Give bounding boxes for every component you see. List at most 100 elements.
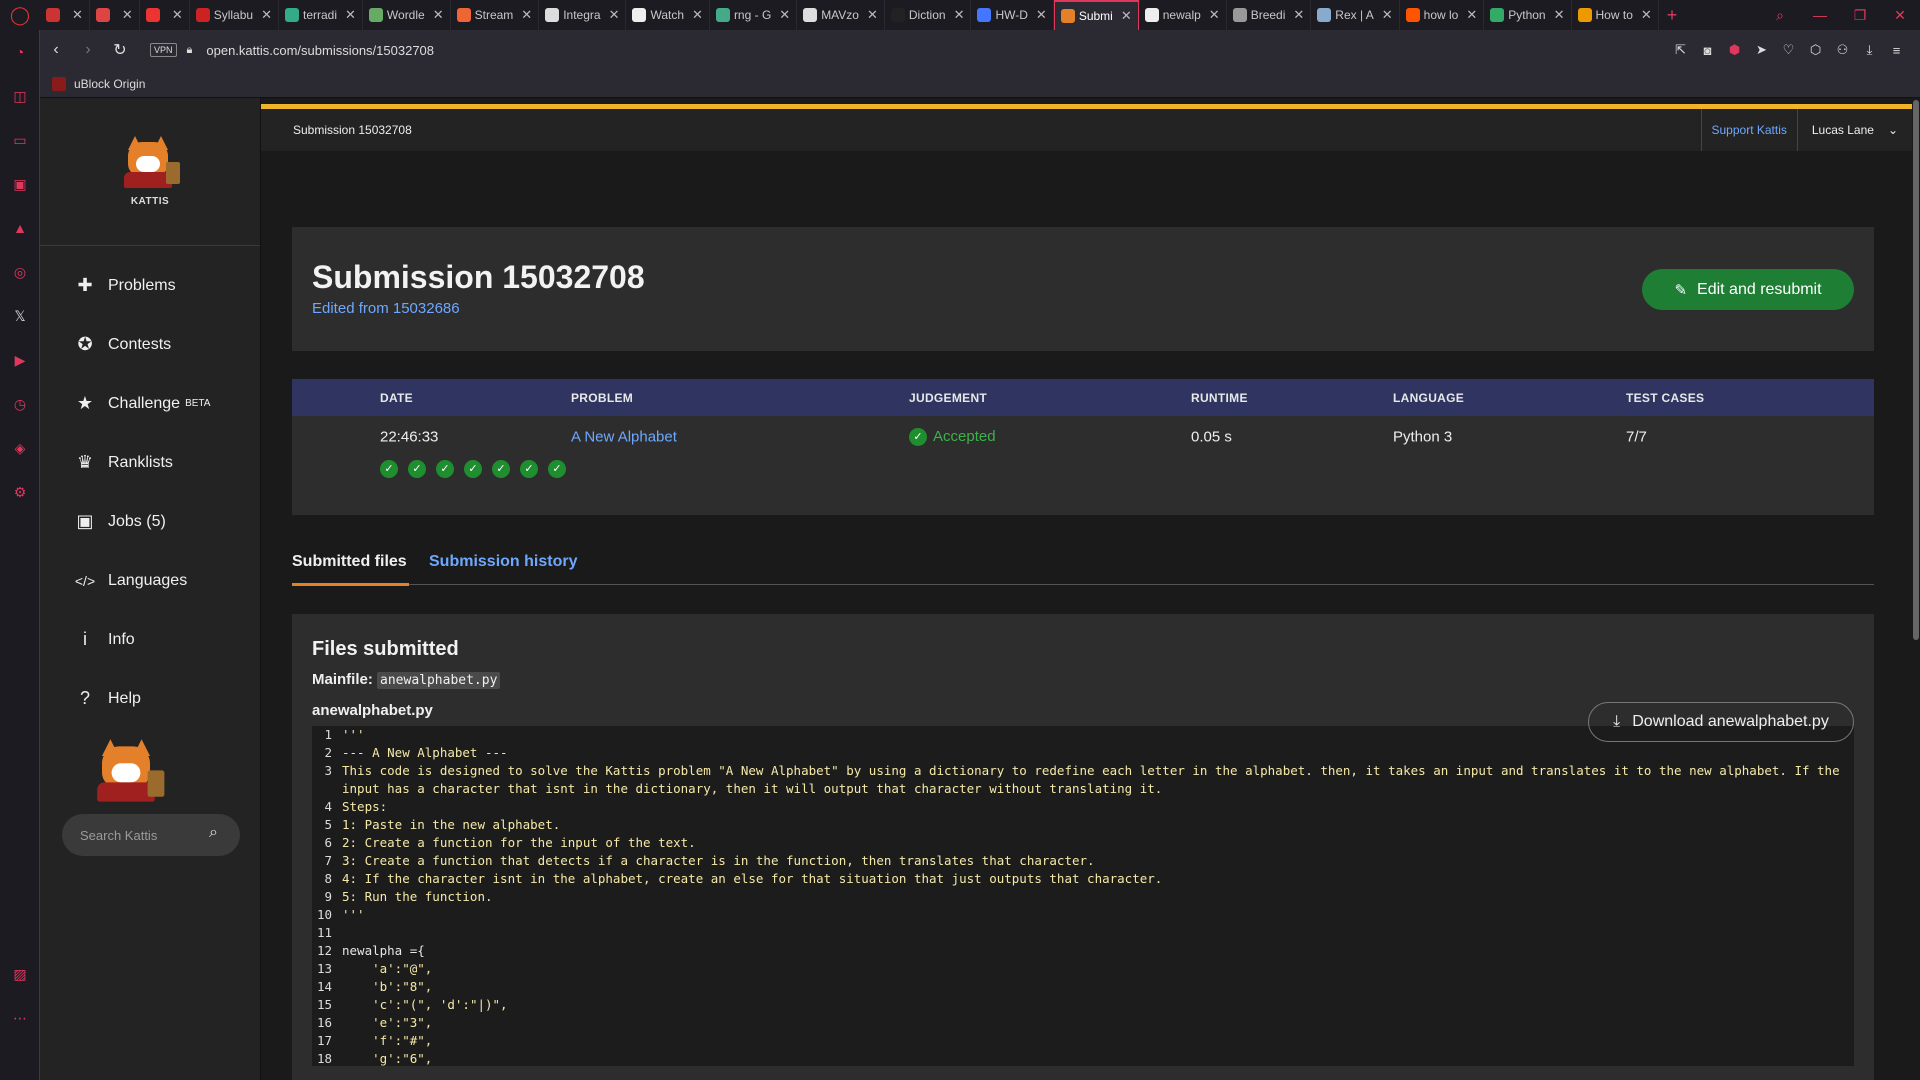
scrollbar-thumb[interactable] [1913, 100, 1919, 640]
search-icon[interactable]: ⌕ [209, 824, 218, 842]
reload-icon[interactable]: ↻ [104, 40, 136, 60]
tab-close-icon[interactable]: ✕ [779, 7, 790, 23]
test-passed-icon[interactable]: ✓ [492, 460, 510, 478]
url-field[interactable]: open.kattis.com/submissions/15032708 [206, 43, 434, 58]
sidebar-item-languages[interactable]: </> Languages [40, 551, 260, 610]
code-viewer[interactable]: 1 ''' 2 --- A New Alphabet --- 3 This code is… [312, 726, 1854, 1066]
cell-problem-link[interactable]: A New Alphabet [571, 429, 677, 446]
browser-tab[interactable]: Breedi ✕ [1227, 0, 1312, 30]
minimize-icon[interactable]: — [1800, 7, 1840, 23]
tab-close-icon[interactable]: ✕ [433, 7, 444, 23]
extensions-icon[interactable]: ◫ [0, 74, 40, 118]
speed-dial-icon[interactable]: ◔ [0, 30, 40, 74]
search-tabs-icon[interactable]: ⌕ [1760, 7, 1800, 24]
new-tab-icon[interactable]: + [1667, 5, 1678, 26]
heart-icon[interactable]: ♡ [1775, 42, 1802, 58]
kattis-search-input[interactable]: Search Kattis ⌕ [62, 814, 240, 856]
sidebar-item-jobs[interactable]: ▣ Jobs (5) [40, 492, 260, 551]
box-icon[interactable]: ⬡ [1802, 42, 1829, 58]
x-icon[interactable]: 𝕏 [0, 294, 40, 338]
test-passed-icon[interactable]: ✓ [408, 460, 426, 478]
tab-submitted-files[interactable]: Submitted files [292, 553, 407, 571]
test-passed-icon[interactable]: ✓ [548, 460, 566, 478]
browser-tab[interactable]: MAVzo ✕ [797, 0, 885, 30]
test-passed-icon[interactable]: ✓ [464, 460, 482, 478]
tab-close-icon[interactable]: ✕ [1293, 7, 1304, 23]
opera-logo-icon[interactable]: ◯ [0, 0, 40, 30]
browser-tab[interactable]: ✕ [40, 0, 90, 30]
edit-resubmit-button[interactable]: ✎ Edit and resubmit [1642, 269, 1854, 310]
back-icon[interactable]: ‹ [40, 41, 72, 59]
test-passed-icon[interactable]: ✓ [520, 460, 538, 478]
tab-close-icon[interactable]: ✕ [1554, 7, 1565, 23]
instagram-icon[interactable]: ◎ [0, 250, 40, 294]
browser-tab[interactable]: How to ✕ [1572, 0, 1659, 30]
cube-icon[interactable]: ◈ [0, 426, 40, 470]
tab-close-icon[interactable]: ✕ [1641, 7, 1652, 23]
browser-tab[interactable]: Diction ✕ [885, 0, 972, 30]
tab-close-icon[interactable]: ✕ [72, 7, 83, 23]
sidebar-item-challenge[interactable]: ★ Challenge BETA [40, 374, 260, 433]
tab-close-icon[interactable]: ✕ [122, 7, 133, 23]
download-icon[interactable]: ⤓ [1856, 42, 1883, 58]
browser-tab[interactable]: Python ✕ [1484, 0, 1572, 30]
edited-from-link[interactable]: Edited from 15032686 [312, 300, 1854, 317]
browser-tab[interactable]: terradi ✕ [279, 0, 363, 30]
adblock-icon[interactable]: ⬢ [1721, 42, 1748, 58]
support-link[interactable]: Support Kattis [1700, 109, 1797, 151]
player-icon[interactable]: ▶ [0, 338, 40, 382]
browser-tab[interactable]: Rex | A ✕ [1311, 0, 1400, 30]
tab-close-icon[interactable]: ✕ [1382, 7, 1393, 23]
sidebar-item-info[interactable]: i Info [40, 610, 260, 669]
tab-close-icon[interactable]: ✕ [1121, 8, 1132, 24]
browser-tab[interactable]: HW-D ✕ [971, 0, 1054, 30]
page-scrollbar[interactable] [1912, 98, 1920, 1080]
sidebar-item-contests[interactable]: ✪ Contests [40, 315, 260, 374]
tab-close-icon[interactable]: ✕ [345, 7, 356, 23]
tab-close-icon[interactable]: ✕ [261, 7, 272, 23]
settings-icon[interactable]: ⚙ [0, 470, 40, 514]
browser-tab[interactable]: ✕ [140, 0, 190, 30]
browser-tab[interactable]: Syllabu ✕ [190, 0, 279, 30]
send-icon[interactable]: ➤ [1748, 42, 1775, 58]
history-icon[interactable]: ◷ [0, 382, 40, 426]
twitch-icon[interactable]: ▭ [0, 118, 40, 162]
tab-close-icon[interactable]: ✕ [1466, 7, 1477, 23]
tab-close-icon[interactable]: ✕ [172, 7, 183, 23]
menu-icon[interactable]: ≡ [1883, 43, 1910, 58]
aria-icon[interactable]: ▲ [0, 206, 40, 250]
browser-tab[interactable]: Wordle ✕ [363, 0, 451, 30]
tab-close-icon[interactable]: ✕ [609, 7, 620, 23]
kattis-logo[interactable]: KATTIS [40, 98, 260, 246]
tab-close-icon[interactable]: ✕ [1036, 7, 1047, 23]
tab-close-icon[interactable]: ✕ [692, 7, 703, 23]
download-button[interactable]: ⤓ Download anewalphabet.py [1588, 702, 1854, 742]
lock-icon[interactable]: 🔒︎ [187, 44, 193, 57]
tab-close-icon[interactable]: ✕ [867, 7, 878, 23]
browser-tab[interactable]: Stream ✕ [451, 0, 540, 30]
sidebar-item-ranklists[interactable]: ♛ Ranklists [40, 433, 260, 492]
more-icon[interactable]: ⋯ [0, 996, 40, 1040]
browser-tab[interactable]: newalp ✕ [1139, 0, 1227, 30]
tab-submission-history[interactable]: Submission history [429, 553, 577, 571]
browser-tab[interactable]: rng - G ✕ [710, 0, 798, 30]
share-icon[interactable]: ⇱ [1667, 42, 1694, 58]
restore-icon[interactable]: ❐ [1840, 7, 1880, 24]
close-window-icon[interactable]: ✕ [1880, 7, 1920, 24]
browser-tab[interactable]: how lo ✕ [1400, 0, 1485, 30]
vpn-badge[interactable]: VPN [150, 43, 177, 57]
test-passed-icon[interactable]: ✓ [380, 460, 398, 478]
bookmark-ublock[interactable]: uBlock Origin [74, 77, 145, 91]
camera-icon[interactable]: ◙ [1694, 43, 1721, 58]
forward-icon[interactable]: › [72, 41, 104, 59]
tab-close-icon[interactable]: ✕ [1209, 7, 1220, 23]
test-passed-icon[interactable]: ✓ [436, 460, 454, 478]
gallery-icon[interactable]: ▨ [0, 952, 40, 996]
browser-tab[interactable]: Integra ✕ [539, 0, 627, 30]
profile-icon[interactable]: ⚇ [1829, 42, 1856, 58]
tab-close-icon[interactable]: ✕ [954, 7, 965, 23]
sidebar-item-help[interactable]: ? Help [40, 669, 260, 728]
browser-tab[interactable]: Submi ✕ [1053, 0, 1139, 30]
user-menu[interactable]: Lucas Lane ⌄ [1796, 109, 1912, 151]
workspace-icon[interactable]: ▣ [0, 162, 40, 206]
